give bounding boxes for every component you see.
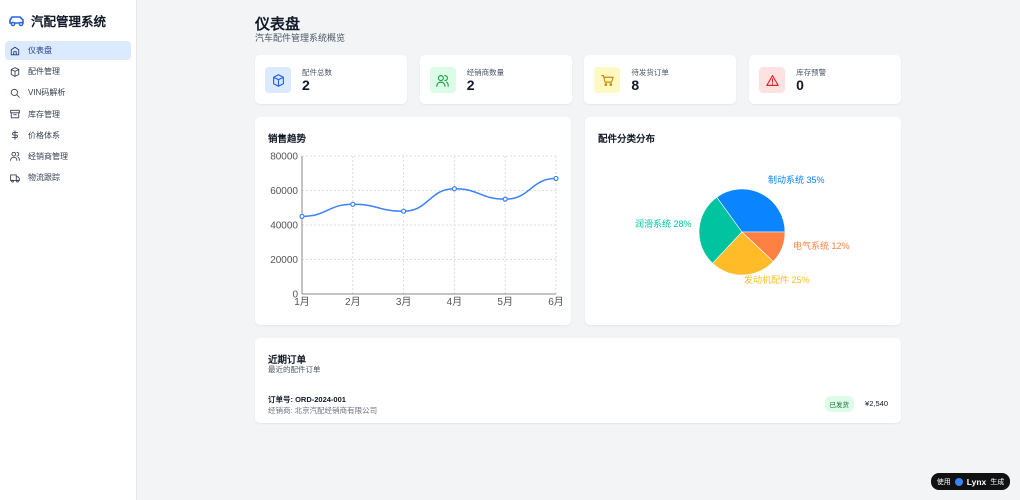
sidebar-item-label: VIN码解析 — [28, 88, 66, 98]
app-title: 汽配管理系统 — [31, 15, 107, 29]
stat-value: 2 — [302, 77, 310, 93]
sales-trend-card: 销售趋势 0 20000 40000 60000 80000 1月 2月 3月 4月 5月 6月 — [255, 117, 571, 325]
stat-value: 2 — [466, 77, 475, 93]
category-pie-chart: 制动系统 35% 润滑系统 28% 发动机配件 25% 电气系统 12% — [635, 174, 850, 285]
recent-orders-subtitle: 最近的配件订单 — [268, 365, 321, 374]
sidebar-item-1[interactable]: 配件管理 — [5, 62, 131, 81]
stat-value: 0 — [796, 77, 804, 93]
sidebar-item-label: 经销商管理 — [28, 151, 68, 161]
sidebar-item-label: 仪表盘 — [28, 46, 52, 55]
x-tick-label: 2月 — [345, 296, 361, 308]
sales-line-chart: 0200004000060000800001月 2月 3月 4月 5月 6月 — [270, 152, 564, 309]
x-tick-label: 1月 — [294, 296, 310, 308]
y-tick-label: 80000 — [270, 152, 298, 163]
badge-suffix: 生成 — [990, 478, 1005, 486]
stat-card: 待发货订单 8 — [584, 55, 737, 104]
stat-card: 配件总数 2 — [255, 55, 407, 104]
data-point — [299, 213, 305, 219]
data-point — [350, 201, 356, 207]
pie-label: 制动系统 35% — [768, 174, 825, 185]
stat-value: 8 — [631, 77, 640, 93]
sidebar-item-label: 配件管理 — [28, 67, 60, 77]
sidebar-item-label: 物流跟踪 — [28, 173, 60, 183]
lynx-logo-icon — [954, 477, 963, 486]
sidebar-item-4[interactable]: 价格体系 — [5, 126, 131, 145]
sidebar-item-2[interactable]: VIN码解析 — [5, 83, 131, 102]
y-tick-label: 20000 — [270, 255, 298, 266]
sidebar-item-label: 库存管理 — [28, 109, 60, 119]
data-point — [553, 175, 559, 182]
x-tick-label: 3月 — [396, 296, 412, 308]
recent-orders-card: 近期订单 最近的配件订单 订单号: ORD-2024-001 经销商: 北京汽配… — [255, 338, 901, 423]
stat-card: 经销商数量 2 — [419, 55, 572, 104]
pie-label: 润滑系统 28% — [635, 218, 692, 229]
truck-icon — [10, 174, 20, 183]
y-tick-label: 40000 — [270, 221, 298, 232]
x-tick-label: 4月 — [447, 296, 463, 308]
badge-prefix: 使用 — [936, 478, 951, 486]
order-dealer: 经销商: 北京汽配经销商有限公司 — [268, 406, 378, 415]
x-tick-label: 6月 — [548, 296, 564, 308]
search-icon — [10, 88, 20, 98]
sidebar-item-3[interactable]: 库存管理 — [5, 105, 131, 124]
order-amount: ¥2,540 — [865, 399, 888, 408]
dollar-icon — [12, 130, 18, 141]
pie-label: 电气系统 12% — [793, 240, 850, 251]
data-point — [451, 186, 457, 192]
sidebar-item-5[interactable]: 经销商管理 — [5, 147, 131, 166]
lynx-badge[interactable]: 使用 Lynx 生成 — [931, 473, 1010, 490]
data-point — [502, 196, 508, 202]
sidebar: 汽配管理系统 仪表盘配件管理 VIN码解析 库存管理价格体系经销商管理物流跟踪 — [0, 0, 137, 500]
car-icon — [9, 15, 24, 26]
package-icon — [272, 73, 284, 87]
stat-icon-box — [429, 67, 456, 93]
stat-icon-box — [759, 67, 786, 93]
sales-line — [301, 177, 557, 218]
users-icon — [10, 152, 20, 162]
y-tick-label: 60000 — [270, 186, 298, 197]
brand: 汽配管理系统 — [0, 0, 136, 41]
archive-icon — [10, 109, 20, 119]
status-badge: 已发货 — [824, 396, 854, 412]
order-id: 订单号: ORD-2024-001 — [268, 395, 346, 404]
stat-icon-box — [594, 67, 621, 93]
users-icon — [436, 74, 449, 87]
x-tick-label: 5月 — [497, 296, 513, 308]
stat-icon-box — [265, 67, 291, 93]
package-icon — [10, 66, 20, 77]
category-distribution-card: 配件分类分布 制动系统 35% 润滑系统 28% 发动机配件 25% 电气系统 12% — [585, 117, 901, 325]
sidebar-item-6[interactable]: 物流跟踪 — [5, 168, 131, 187]
sidebar-item-label: 价格体系 — [28, 130, 60, 140]
badge-brand: Lynx — [966, 476, 987, 487]
sidebar-item-0[interactable]: 仪表盘 — [5, 41, 131, 60]
home-icon — [10, 46, 20, 55]
page-subtitle: 汽车配件管理系统概览 — [255, 33, 346, 43]
pie-label: 发动机配件 25% — [744, 274, 810, 285]
cart-icon — [601, 74, 614, 86]
alert-icon — [765, 74, 779, 86]
stat-card: 库存预警 0 — [749, 55, 902, 104]
data-point — [401, 208, 407, 214]
